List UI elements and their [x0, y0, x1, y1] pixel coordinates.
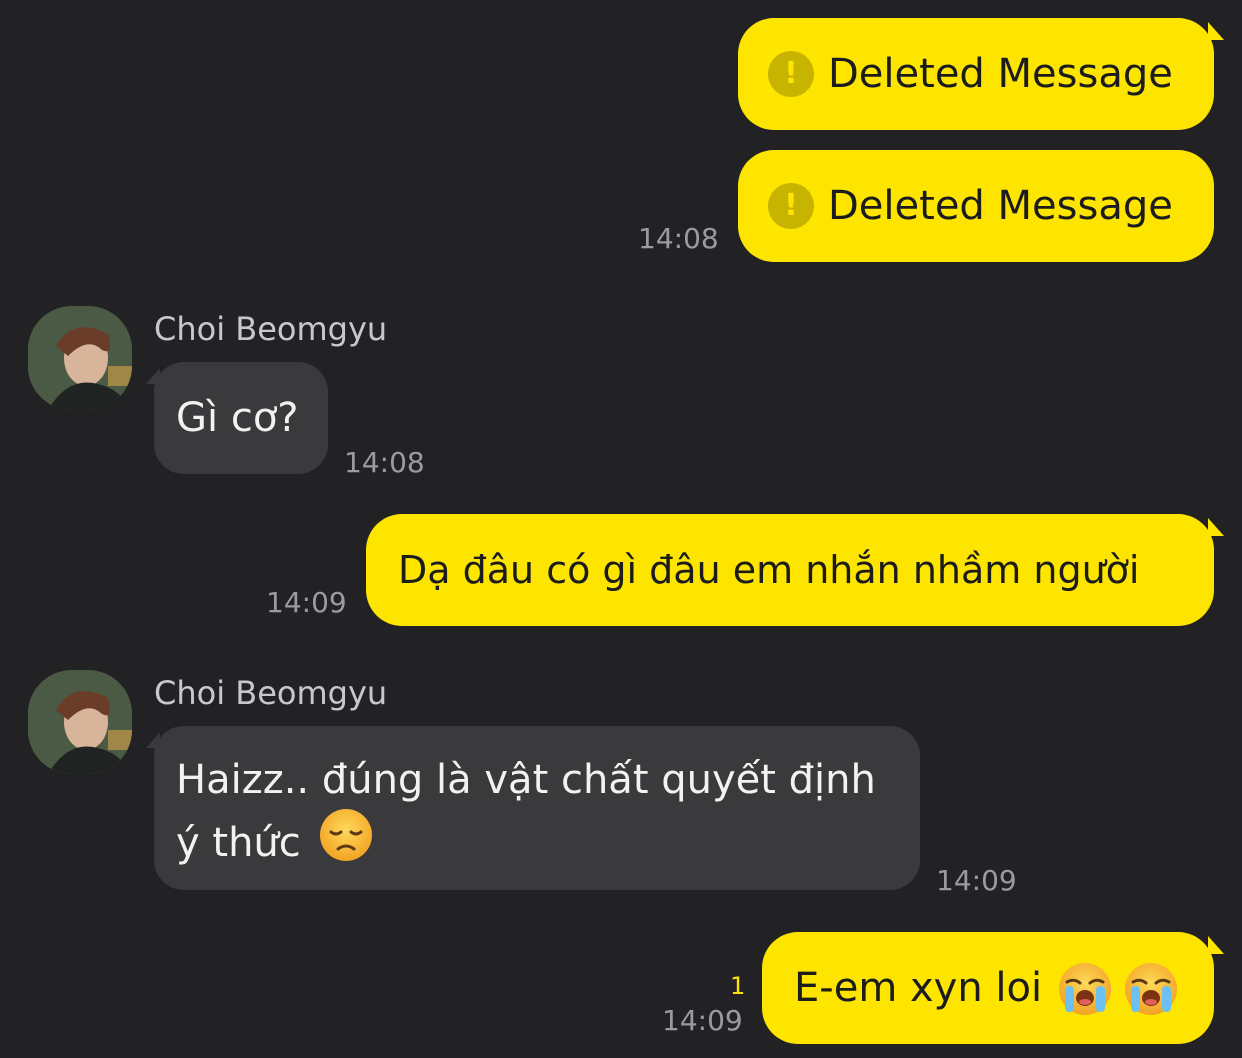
message-text: ý thức	[176, 819, 301, 866]
loudly-crying-face-emoji	[1124, 962, 1178, 1031]
deleted-message-text: Deleted Message	[828, 51, 1173, 97]
avatar[interactable]	[28, 306, 132, 410]
exclamation-circle-icon: !	[768, 51, 814, 97]
message-bubble[interactable]: E-em xyn loi	[762, 932, 1214, 1044]
loudly-crying-face-emoji	[1058, 962, 1112, 1031]
message-bubble[interactable]: Dạ đâu có gì đâu em nhắn nhầm người	[366, 514, 1214, 626]
message-timestamp: 14:08	[344, 446, 425, 479]
bubble-tail	[1208, 22, 1224, 40]
message-timestamp: 14:08	[638, 222, 719, 255]
message-bubble[interactable]: Gì cơ?	[154, 362, 328, 474]
bubble-tail	[1208, 518, 1224, 536]
disappointed-face-emoji	[319, 808, 373, 877]
deleted-message-text: Deleted Message	[828, 183, 1173, 229]
profile-photo	[28, 306, 132, 410]
unread-count: 1	[730, 972, 746, 1000]
avatar[interactable]	[28, 670, 132, 774]
message-timestamp: 14:09	[266, 586, 347, 619]
message-text-line: Haizz.. đúng là vật chất quyết định	[176, 757, 876, 803]
message-bubble[interactable]: Haizz.. đúng là vật chất quyết định ý th…	[154, 726, 920, 890]
sender-name: Choi Beomgyu	[154, 310, 388, 348]
profile-photo	[28, 670, 132, 774]
exclamation-circle-icon: !	[768, 183, 814, 229]
message-timestamp: 14:09	[936, 864, 1017, 897]
message-text: E-em xyn loi	[794, 965, 1043, 1011]
message-text: Gì cơ?	[176, 395, 299, 441]
message-text-line: ý thức	[176, 808, 920, 877]
message-text: Dạ đâu có gì đâu em nhắn nhầm người	[398, 548, 1140, 592]
deleted-message-bubble[interactable]: ! Deleted Message	[738, 18, 1214, 130]
bubble-tail	[1208, 936, 1224, 954]
sender-name: Choi Beomgyu	[154, 674, 388, 712]
deleted-message-bubble[interactable]: ! Deleted Message	[738, 150, 1214, 262]
message-timestamp: 14:09	[662, 1004, 743, 1037]
